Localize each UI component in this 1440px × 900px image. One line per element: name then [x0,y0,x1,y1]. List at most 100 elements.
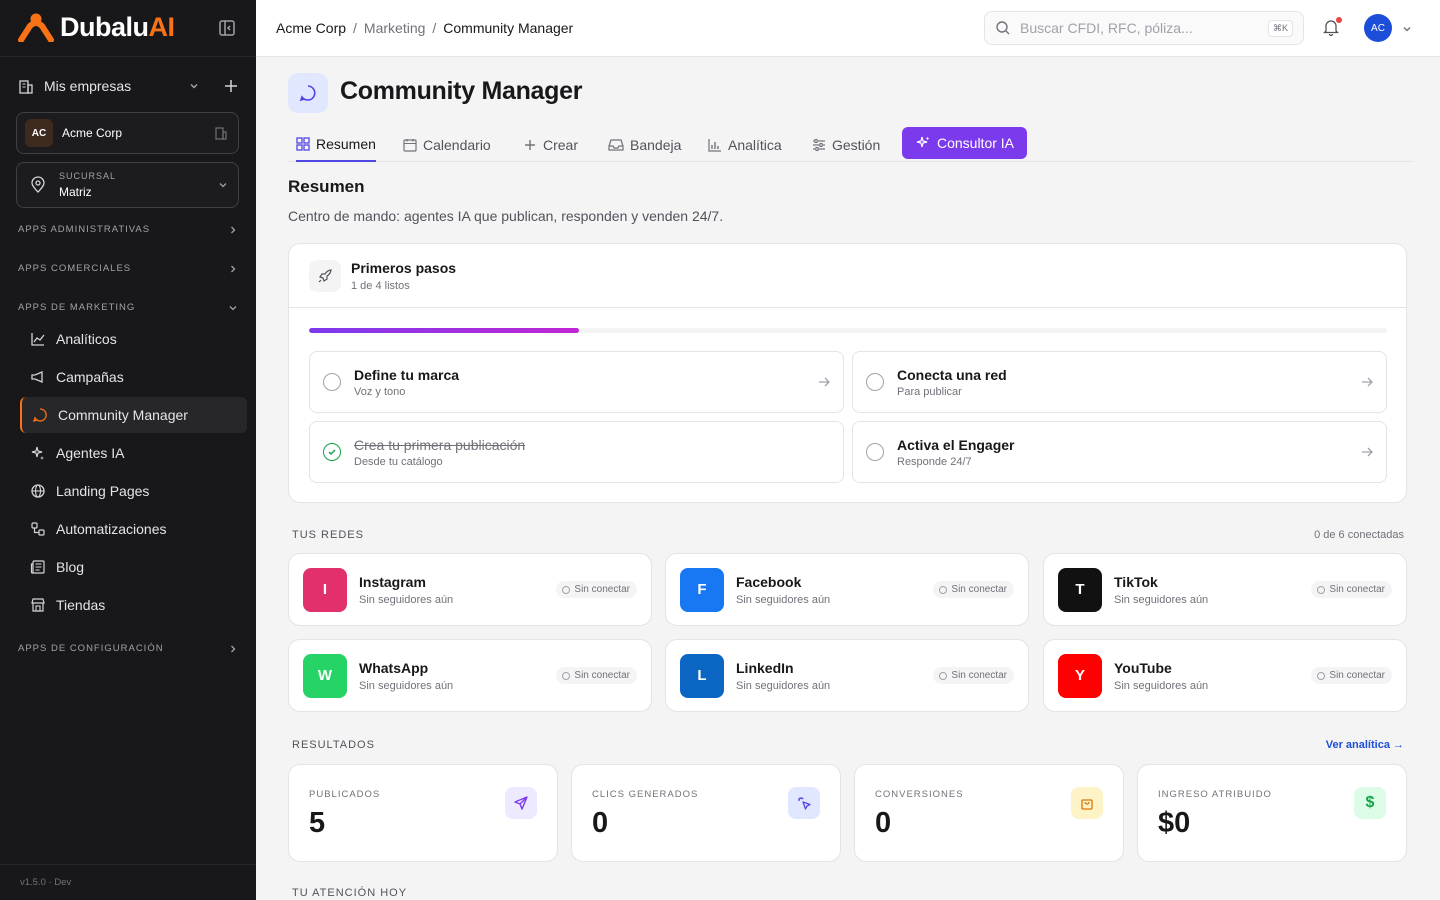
chevron-down-icon[interactable] [1401,23,1413,35]
branch-label: SUCURSAL [59,171,117,181]
status-badge: Sin conectar [556,581,637,598]
status-dot-icon [939,671,948,680]
network-name: LinkedIn [736,659,794,676]
tab-resumen[interactable]: Resumen [296,127,376,162]
network-name: Instagram [359,573,426,590]
my-companies-label: Mis empresas [44,78,132,94]
status-badge: Sin conectar [556,667,637,684]
section-subtitle: Centro de mando: agentes IA que publican… [288,208,724,224]
network-card-tiktok[interactable]: T TikTok Sin seguidores aún Sin conectar [1043,553,1407,626]
brand-name: Dubalu [60,11,149,42]
workflow-icon [31,522,45,536]
status-badge: Sin conectar [1311,581,1392,598]
branch-value: Matriz [59,185,92,199]
notifications-button[interactable] [1322,17,1342,41]
tab-label: Consultor IA [936,135,1015,151]
youtube-icon: Y [1058,653,1102,698]
tab-bandeja[interactable]: Bandeja [608,127,681,162]
company-selector[interactable]: AC Acme Corp [16,112,239,154]
sidebar-item-label: Analíticos [56,331,117,347]
section-commercial-label: APPS COMERCIALES [18,263,132,274]
sparkles-icon [916,136,930,148]
branch-selector[interactable]: SUCURSAL Matriz [16,162,239,208]
search-shortcut: ⌘K [1267,19,1293,37]
status-badge: Sin conectar [1311,667,1392,684]
status-badge: Sin conectar [933,581,1014,598]
sidebar-item-label: Campañas [56,369,124,385]
my-companies-row[interactable]: Mis empresas [18,76,238,96]
page-title: Community Manager [340,77,583,105]
tab-label: Bandeja [630,136,682,153]
section-commercial-apps[interactable]: APPS COMERCIALES [18,263,238,274]
network-name: Facebook [736,573,802,590]
company-name: Acme Corp [62,126,123,140]
sidebar-item-community-manager[interactable]: Community Manager [20,397,247,433]
newspaper-icon [30,560,45,574]
chat-bubble-icon [32,408,47,423]
arrow-right-icon [819,377,830,387]
arrow-right-icon [1362,447,1373,457]
topbar: Acme Corp / Marketing / Community Manage… [256,0,1440,57]
tab-analitica[interactable]: Analítica [708,127,782,162]
network-card-youtube[interactable]: Y YouTube Sin seguidores aún Sin conectar [1043,639,1407,712]
first-steps-header[interactable]: Primeros pasos 1 de 4 listos [289,244,1406,308]
sidebar-item-blog[interactable]: Blog [20,549,247,585]
step-first-post[interactable]: Crea tu primera publicación Desde tu catá… [309,421,844,483]
chart-line-icon [31,333,45,346]
step-title: Activa el Engager [897,436,1015,453]
status-label: Sin conectar [1329,670,1385,681]
avatar[interactable]: AC [1364,14,1392,42]
kpi-card-ingreso: INGRESO ATRIBUIDO $0 $ [1137,764,1407,862]
section-marketing-apps[interactable]: APPS DE MARKETING [18,302,238,313]
chevron-right-icon [231,645,236,652]
tab-calendario[interactable]: Calendario [403,127,491,162]
breadcrumb-item[interactable]: Acme Corp [276,20,346,36]
tab-consultor-ia[interactable]: Consultor IA [902,127,1027,159]
brand-logo[interactable]: DubaluAI [18,12,175,42]
building-icon [19,80,33,94]
step-subtitle: Voz y tono [354,385,406,398]
search-input[interactable]: Buscar CFDI, RFC, póliza... ⌘K [984,11,1304,45]
chevron-right-icon [231,265,236,272]
sidebar-item-label: Tiendas [56,597,106,613]
shopping-bag-icon [1071,787,1103,819]
sparkles-icon [31,446,44,460]
networks-connected-count: 0 de 6 conectadas [1314,529,1404,541]
sidebar-item-analiticos[interactable]: Analíticos [20,321,247,357]
sliders-icon [813,138,825,151]
unchecked-circle-icon [323,373,341,391]
sidebar-item-label: Automatizaciones [56,521,167,537]
sidebar-item-agentes-ia[interactable]: Agentes IA [20,435,247,471]
add-company-icon[interactable] [224,79,238,93]
status-dot-icon [1317,671,1326,680]
breadcrumb-item[interactable]: Marketing [364,20,425,36]
network-card-linkedin[interactable]: L LinkedIn Sin seguidores aún Sin conecta… [665,639,1029,712]
sidebar-item-campanas[interactable]: Campañas [20,359,247,395]
section-admin-apps[interactable]: APPS ADMINISTRATIVAS [18,224,238,235]
view-analytics-link[interactable]: Ver analítica → [1326,739,1404,751]
step-subtitle: Desde tu catálogo [354,455,443,468]
collapse-sidebar-icon[interactable] [218,19,236,37]
section-config-apps[interactable]: APPS DE CONFIGURACIÓN [18,643,238,654]
network-followers: Sin seguidores aún [1114,593,1209,606]
tab-gestion[interactable]: Gestión [812,127,880,162]
step-activate-engager[interactable]: Activa el Engager Responde 24/7 [852,421,1387,483]
network-card-whatsapp[interactable]: W WhatsApp Sin seguidores aún Sin conecta… [288,639,652,712]
sidebar-item-automatizaciones[interactable]: Automatizaciones [20,511,247,547]
calendar-icon [403,138,417,152]
chevron-down-icon[interactable] [188,80,200,92]
sidebar-item-tiendas[interactable]: Tiendas [20,587,247,623]
tab-crear[interactable]: Crear [523,127,578,162]
brand-name-ai: AI [148,11,176,42]
step-define-brand[interactable]: Define tu marca Voz y tono [309,351,844,413]
network-card-facebook[interactable]: F Facebook Sin seguidores aún Sin conecta… [665,553,1029,626]
kpi-value: 0 [875,807,892,839]
networks-label: TUS REDES [292,529,364,541]
sidebar-item-label: Community Manager [58,407,188,423]
status-dot-icon [562,671,571,680]
bar-chart-icon [708,138,721,152]
sidebar-item-landing-pages[interactable]: Landing Pages [20,473,247,509]
network-card-instagram[interactable]: I Instagram Sin seguidores aún Sin conect… [288,553,652,626]
chat-bubble-icon [299,85,316,102]
step-connect-network[interactable]: Conecta una red Para publicar [852,351,1387,413]
